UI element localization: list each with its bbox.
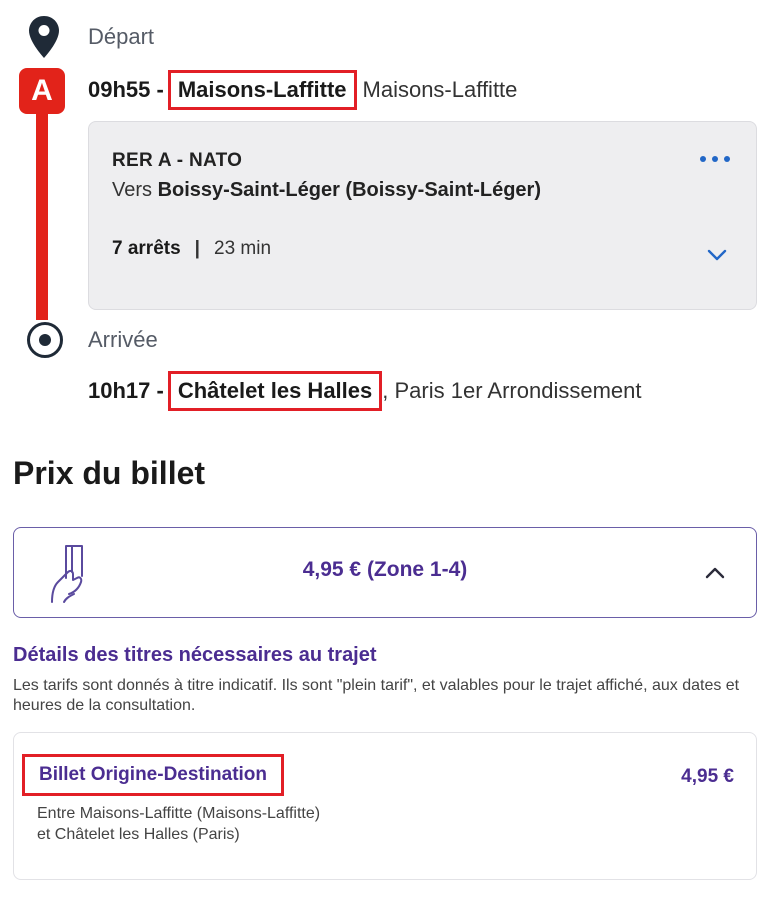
details-description: Les tarifs sont donnés à titre indicatif… xyxy=(13,677,740,714)
departure-stop[interactable]: Maisons-Laffitte xyxy=(167,70,357,110)
ticket-name[interactable]: Billet Origine-Destination xyxy=(22,754,285,796)
departure-row: 09h55 - Maisons-Laffitte Maisons-Laffitt… xyxy=(88,70,517,110)
ticket-desc-line1: Entre Maisons-Laffitte (Maisons-Laffitte… xyxy=(37,805,321,822)
ticket-price: 4,95 € xyxy=(681,766,734,787)
departure-time: 09h55 - xyxy=(88,77,164,102)
departure-label: Départ xyxy=(88,24,155,49)
arrival-time: 10h17 - xyxy=(88,378,164,403)
price-summary: 4,95 € (Zone 1-4) xyxy=(302,558,468,581)
map-pin-icon xyxy=(29,16,59,58)
arrival-label: Arrivée xyxy=(88,327,158,352)
travel-duration: 23 min xyxy=(214,238,272,259)
ticket-card: Billet Origine-Destination 4,95 € Entre … xyxy=(13,732,757,880)
ticket-description: Entre Maisons-Laffitte (Maisons-Laffitte… xyxy=(37,803,320,845)
direction-prefix: Vers xyxy=(112,179,153,201)
train-direction: Vers Boissy-Saint-Léger (Boissy-Saint-Lé… xyxy=(112,179,541,202)
price-section-title: Prix du billet xyxy=(13,455,206,491)
train-section-card[interactable]: RER A - NATO Vers Boissy-Saint-Léger (Bo… xyxy=(88,121,757,310)
stops-count: 7 arrêts xyxy=(112,238,181,259)
ticket-desc-line2: et Châtelet les Halles (Paris) xyxy=(37,826,240,843)
details-title: Détails des titres nécessaires au trajet xyxy=(13,644,377,666)
arrival-city: , Paris 1er Arrondissement xyxy=(382,378,642,403)
meta-separator: | xyxy=(194,238,200,259)
line-badge: A xyxy=(19,68,65,114)
route-line xyxy=(36,108,48,320)
price-summary-toggle[interactable]: 4,95 € (Zone 1-4) xyxy=(13,527,757,618)
arrival-stop[interactable]: Châtelet les Halles xyxy=(167,371,383,411)
chevron-down-icon[interactable] xyxy=(706,248,728,262)
departure-city: Maisons-Laffitte xyxy=(362,77,518,102)
chevron-up-icon[interactable] xyxy=(704,566,726,580)
train-meta: 7 arrêts | 23 min xyxy=(112,238,271,260)
target-dot-icon xyxy=(27,322,63,358)
direction-name: Boissy-Saint-Léger (Boissy-Saint-Léger) xyxy=(157,179,542,201)
more-dots-icon[interactable] xyxy=(700,156,730,162)
arrival-row: 10h17 - Châtelet les Halles , Paris 1er … xyxy=(88,370,642,412)
train-line-title: RER A - NATO xyxy=(112,150,243,171)
